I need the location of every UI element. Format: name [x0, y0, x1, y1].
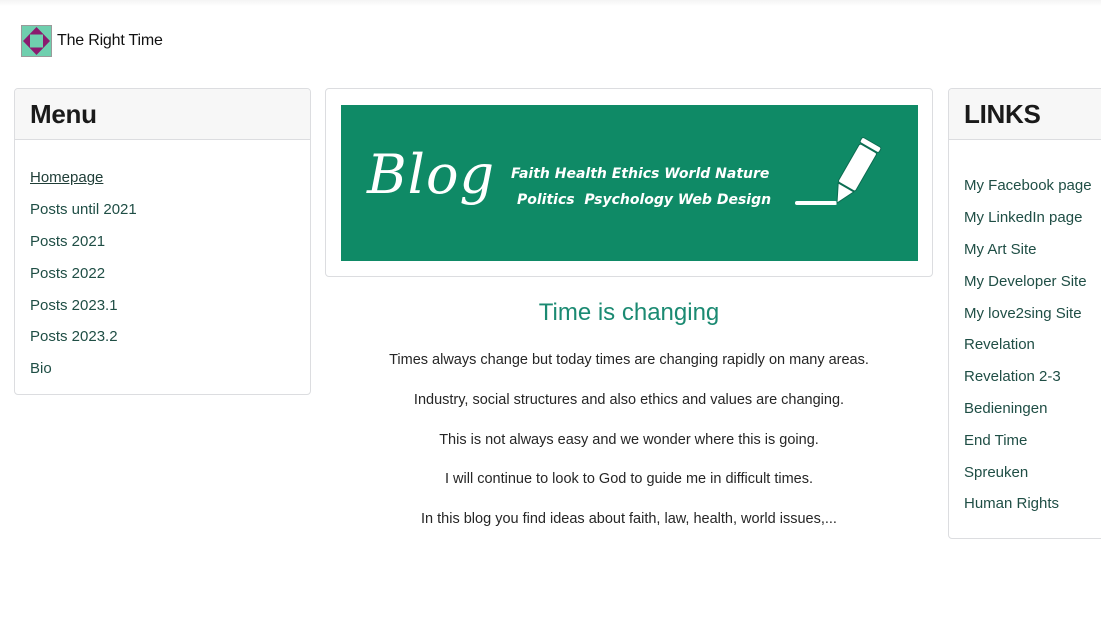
banner-card: Blog Faith Health Ethics World Nature Po…	[325, 88, 933, 277]
article: Time is changing Times always change but…	[325, 295, 933, 548]
link-revelation-2-3[interactable]: Revelation 2-3	[964, 368, 1061, 385]
diamond-square-logo-icon	[21, 25, 52, 57]
menu-list: Homepage Posts until 2021 Posts 2021 Pos…	[15, 140, 310, 385]
blog-banner: Blog Faith Health Ethics World Nature Po…	[341, 105, 918, 261]
links-item: Bedieningen	[964, 393, 1101, 425]
links-item: Human Rights	[964, 488, 1101, 520]
links-item: My Facebook page	[964, 170, 1101, 202]
link-revelation[interactable]: Revelation	[964, 336, 1035, 353]
menu-card-header: Menu	[15, 89, 310, 140]
links-item: My love2sing Site	[964, 297, 1101, 329]
menu-link-posts-2023-1[interactable]: Posts 2023.1	[30, 297, 118, 314]
banner-tags: Faith Health Ethics World Nature Politic…	[511, 161, 771, 213]
top-strip	[0, 0, 1101, 6]
banner-tags-line-2: Politics Psychology Web Design	[517, 192, 772, 208]
banner-title: Blog	[367, 143, 496, 206]
link-love2sing-site[interactable]: My love2sing Site	[964, 305, 1082, 322]
links-item: Spreuken	[964, 456, 1101, 488]
links-list: My Facebook page My LinkedIn page My Art…	[949, 140, 1101, 520]
chalk-pencil-icon	[795, 137, 882, 205]
links-item: My Art Site	[964, 234, 1101, 266]
menu-link-posts-2023-2[interactable]: Posts 2023.2	[30, 328, 118, 345]
menu-link-homepage[interactable]: Homepage	[30, 169, 103, 186]
menu-item-posts-2023-1: Posts 2023.1	[30, 289, 310, 321]
link-linkedin[interactable]: My LinkedIn page	[964, 209, 1082, 226]
article-paragraph: I will continue to look to God to guide …	[444, 471, 814, 488]
link-end-time[interactable]: End Time	[964, 432, 1027, 449]
link-human-rights[interactable]: Human Rights	[964, 495, 1059, 512]
menu-link-bio[interactable]: Bio	[30, 360, 52, 377]
links-item: My LinkedIn page	[964, 202, 1101, 234]
menu-item-posts-2023-2: Posts 2023.2	[30, 321, 310, 353]
links-item: Revelation	[964, 329, 1101, 361]
banner-tags-line-1: Faith Health Ethics World Nature	[511, 166, 770, 182]
links-card: LINKS My Facebook page My LinkedIn page …	[948, 88, 1101, 539]
menu-link-posts-until-2021[interactable]: Posts until 2021	[30, 201, 137, 218]
menu-title: Menu	[30, 98, 97, 129]
links-item: Revelation 2-3	[964, 361, 1101, 393]
menu-card: Menu Homepage Posts until 2021 Posts 202…	[14, 88, 311, 395]
menu-item-posts-2021: Posts 2021	[30, 226, 310, 258]
article-paragraph: Industry, social structures and also eth…	[413, 391, 845, 408]
brand-link[interactable]: The Right Time	[21, 25, 163, 57]
article-heading: Time is changing	[538, 299, 720, 326]
links-title: LINKS	[964, 98, 1041, 129]
link-art-site[interactable]: My Art Site	[964, 241, 1037, 258]
article-paragraph: Times always change but today times are …	[389, 352, 869, 368]
menu-link-posts-2022[interactable]: Posts 2022	[30, 265, 105, 282]
brand-name: The Right Time	[57, 32, 163, 49]
article-paragraph: This is not always easy and we wonder wh…	[439, 431, 819, 448]
menu-item-posts-2022: Posts 2022	[30, 257, 310, 289]
links-card-header: LINKS	[949, 89, 1101, 140]
link-spreuken[interactable]: Spreuken	[964, 464, 1028, 481]
links-item: End Time	[964, 424, 1101, 456]
links-item: My Developer Site	[964, 265, 1101, 297]
link-developer-site[interactable]: My Developer Site	[964, 273, 1087, 290]
menu-item-bio: Bio	[30, 353, 310, 385]
menu-link-posts-2021[interactable]: Posts 2021	[30, 233, 105, 250]
menu-item-posts-until-2021: Posts until 2021	[30, 194, 310, 226]
menu-item-homepage: Homepage	[30, 162, 310, 194]
link-bedieningen[interactable]: Bedieningen	[964, 400, 1047, 417]
link-facebook[interactable]: My Facebook page	[964, 177, 1092, 194]
article-paragraph: In this blog you find ideas about faith,…	[421, 511, 837, 528]
